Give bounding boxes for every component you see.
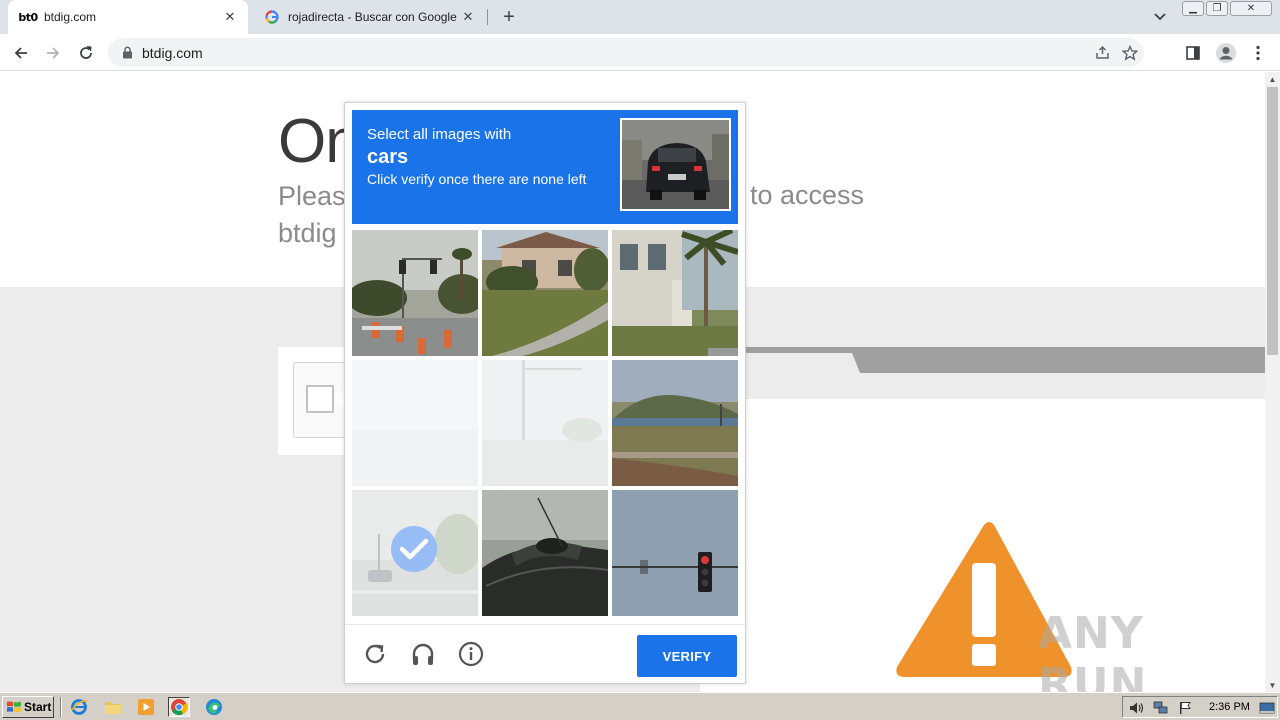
- refresh-icon[interactable]: [360, 639, 390, 669]
- forward-arrow-icon[interactable]: [40, 40, 66, 66]
- anyrun-watermark: ANY RUN: [1038, 608, 1148, 692]
- side-panel-icon[interactable]: [1180, 39, 1206, 67]
- challenge-checkbox[interactable]: [306, 385, 334, 413]
- captcha-tile-4[interactable]: [352, 360, 478, 486]
- close-window-icon[interactable]: ✕: [1230, 1, 1272, 16]
- scrollbar-thumb[interactable]: [1267, 87, 1278, 355]
- scroll-down-arrow-icon[interactable]: ▼: [1265, 678, 1280, 692]
- lock-icon[interactable]: [120, 46, 134, 60]
- page-subtitle-right: to access: [750, 180, 865, 210]
- profile-avatar-icon[interactable]: [1212, 39, 1240, 67]
- file-explorer-icon[interactable]: [102, 697, 124, 717]
- tab-strip: bt0 btdig.com ✕ rojadirecta - Buscar con…: [0, 0, 1280, 34]
- google-icon: [264, 9, 280, 25]
- captcha-sample-image: [620, 118, 731, 211]
- chrome-icon[interactable]: [168, 697, 190, 717]
- taskbar-clock: 2:36 PM: [1209, 701, 1250, 713]
- page-scrollbar[interactable]: ▲ ▼: [1265, 72, 1280, 692]
- tab-separator: [487, 9, 488, 25]
- volume-icon[interactable]: [1129, 700, 1145, 716]
- tab-close-icon[interactable]: ✕: [460, 9, 476, 25]
- internet-explorer-icon[interactable]: [68, 697, 90, 717]
- taskbar-separator: [60, 697, 62, 717]
- captcha-tile-6[interactable]: [612, 360, 738, 486]
- btdig-favicon-icon: bt0: [18, 10, 38, 24]
- captcha-target-object: cars: [367, 146, 409, 168]
- reload-icon[interactable]: [73, 40, 99, 66]
- restore-icon[interactable]: ❐: [1206, 1, 1228, 16]
- captcha-instruction: Select all images with: [367, 126, 512, 143]
- tab-close-icon[interactable]: ✕: [222, 9, 238, 25]
- new-tab-plus-icon[interactable]: +: [498, 6, 520, 28]
- system-tray: 2:36 PM: [1122, 696, 1278, 718]
- action-center-flag-icon[interactable]: [1177, 700, 1193, 716]
- start-button[interactable]: Start: [2, 696, 54, 718]
- page-subtitle-line2: btdig: [278, 218, 337, 248]
- scroll-up-arrow-icon[interactable]: ▲: [1265, 72, 1280, 86]
- edge-icon[interactable]: [203, 697, 225, 717]
- tab-title: rojadirecta - Buscar con Google: [288, 10, 457, 24]
- captcha-hint: Click verify once there are none left: [367, 171, 587, 187]
- tab-google-search[interactable]: rojadirecta - Buscar con Google ✕: [252, 0, 486, 34]
- url-text: btdig.com: [142, 44, 203, 61]
- captcha-tile-1[interactable]: [352, 230, 478, 356]
- browser-toolbar: btdig.com: [0, 34, 1280, 71]
- panel-sub-bar: [700, 373, 1265, 399]
- menu-dots-icon[interactable]: [1248, 39, 1268, 67]
- captcha-image-grid: [352, 230, 738, 616]
- captcha-tile-2[interactable]: [482, 230, 608, 356]
- tab-title: btdig.com: [44, 10, 97, 24]
- bookmark-star-icon[interactable]: [1116, 40, 1144, 66]
- captcha-tile-8[interactable]: [482, 490, 608, 616]
- panel-tab-bar: [700, 347, 1265, 373]
- captcha-tile-9[interactable]: [612, 490, 738, 616]
- tab-btdig[interactable]: bt0 btdig.com ✕: [8, 0, 248, 34]
- audio-headphones-icon[interactable]: [408, 639, 438, 669]
- address-bar[interactable]: btdig.com: [108, 38, 1144, 67]
- taskbar: Start 2:36 PM: [0, 692, 1280, 720]
- tab-search-chevron-icon[interactable]: [1150, 8, 1170, 26]
- windows-flag-icon: [6, 700, 22, 714]
- verify-button[interactable]: VERIFY: [637, 635, 737, 677]
- captcha-tile-3[interactable]: [612, 230, 738, 356]
- captcha-tile-5[interactable]: [482, 360, 608, 486]
- share-icon[interactable]: [1088, 40, 1116, 66]
- media-player-icon[interactable]: [135, 697, 157, 717]
- start-label: Start: [24, 700, 52, 714]
- show-desktop-icon[interactable]: [1259, 700, 1275, 716]
- info-icon[interactable]: [456, 639, 486, 669]
- minimize-icon[interactable]: ▁: [1182, 1, 1204, 16]
- captcha-tile-7[interactable]: [352, 490, 478, 616]
- back-arrow-icon[interactable]: [8, 40, 34, 66]
- captcha-footer: VERIFY: [345, 624, 745, 684]
- captcha-header: Select all images with cars Click verify…: [352, 110, 738, 224]
- network-icon[interactable]: [1153, 700, 1169, 716]
- window-controls: ▁ ❐ ✕: [1182, 1, 1272, 16]
- captcha-challenge: Select all images with cars Click verify…: [344, 102, 746, 684]
